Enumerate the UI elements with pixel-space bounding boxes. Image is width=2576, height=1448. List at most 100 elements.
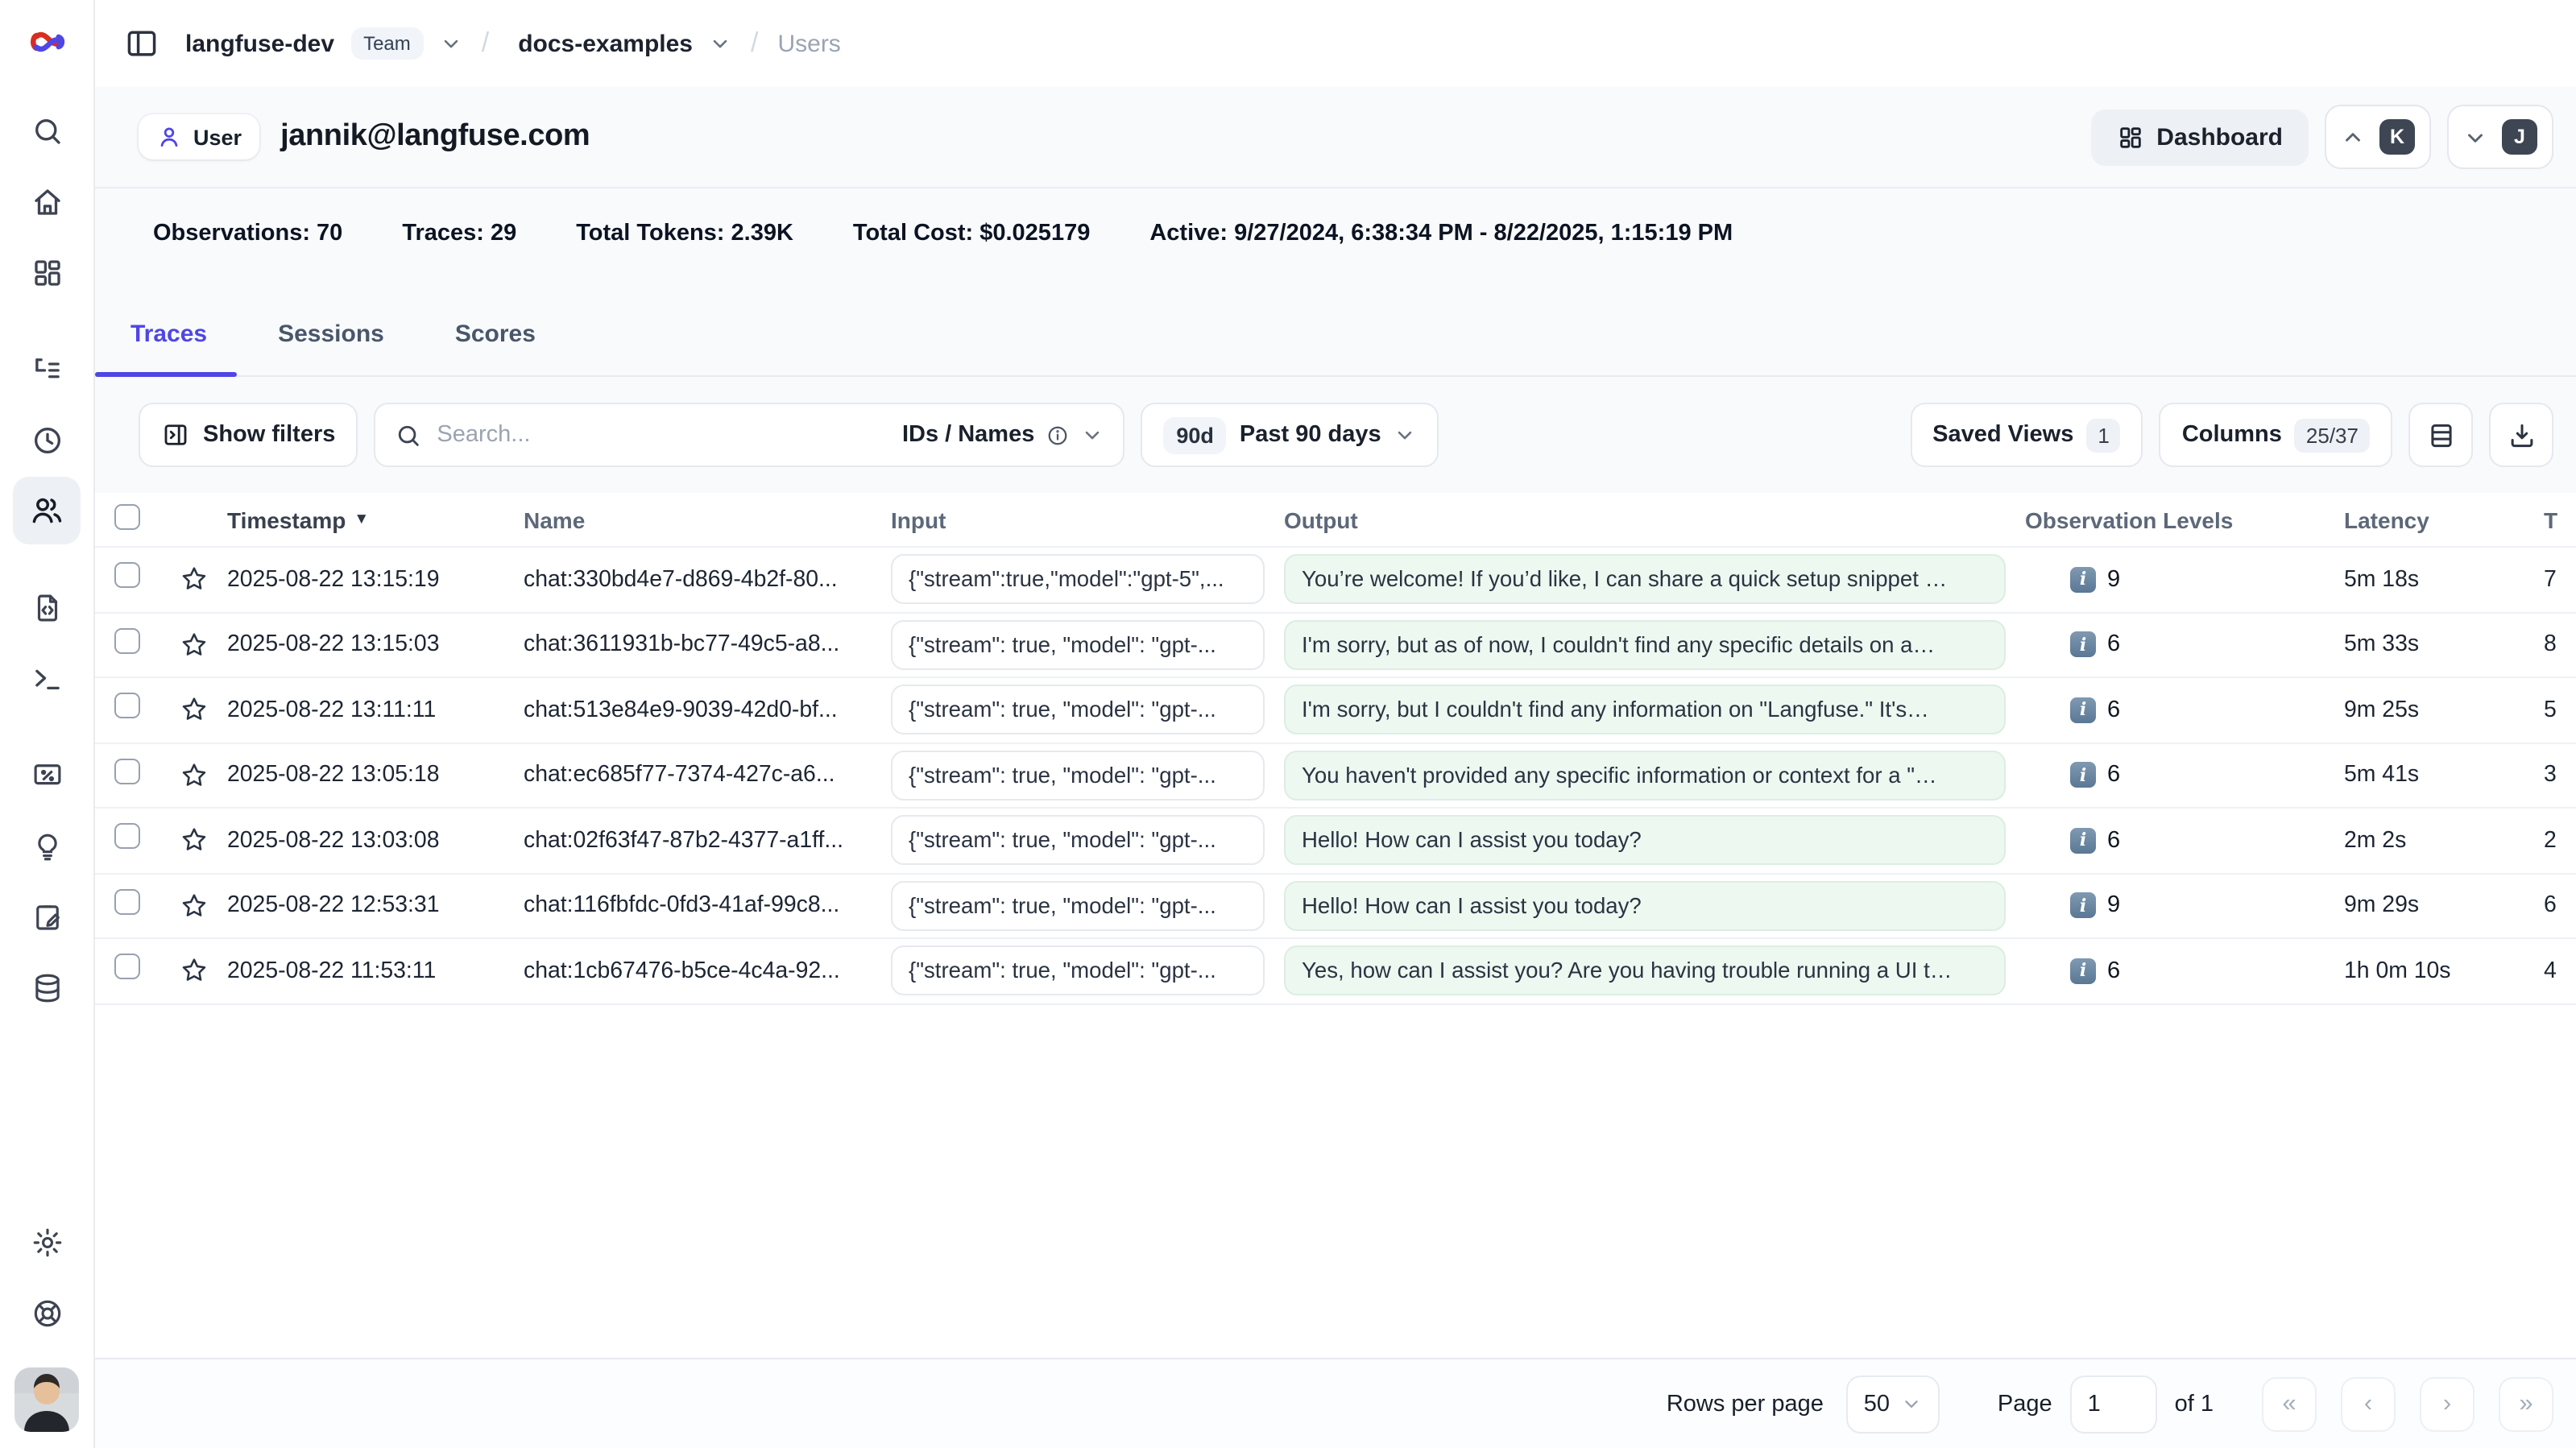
column-header-timestamp[interactable]: Timestamp ▼ (227, 507, 524, 532)
column-header-truncated[interactable]: T (2528, 507, 2576, 532)
star-icon[interactable] (179, 630, 227, 660)
project-type-badge: Team (350, 27, 424, 60)
sidebar-item-datasets[interactable] (13, 954, 81, 1021)
row-checkbox[interactable] (114, 628, 140, 654)
input-preview[interactable]: {"stream": true, "model": "gpt-... (891, 751, 1265, 801)
star-icon[interactable] (179, 956, 227, 987)
column-header-name[interactable]: Name (524, 507, 891, 532)
input-preview[interactable]: {"stream": true, "model": "gpt-... (891, 685, 1265, 735)
search-input[interactable] (437, 422, 888, 448)
star-icon[interactable] (179, 760, 227, 791)
row-checkbox[interactable] (114, 824, 140, 850)
output-preview[interactable]: I'm sorry, but I couldn't find any infor… (1284, 685, 2006, 735)
avatar-image (14, 1367, 79, 1432)
sidebar-item-dashboards[interactable] (13, 238, 81, 306)
star-icon[interactable] (179, 891, 227, 921)
output-preview[interactable]: Hello! How can I assist you today? (1284, 881, 2006, 931)
dashboard-button[interactable]: Dashboard (2090, 109, 2309, 165)
table-row[interactable]: 2025-08-22 12:53:31 chat:116fbfdc-0fd3-4… (95, 874, 2576, 939)
truncated-cell: 7 (2528, 567, 2576, 593)
page-number-input[interactable] (2070, 1375, 2157, 1433)
sidebar-item-evaluation[interactable] (13, 741, 81, 809)
rows-per-page-select[interactable]: 50 (1846, 1375, 1940, 1433)
star-icon[interactable] (179, 695, 227, 726)
sidebar-item-playground[interactable] (13, 644, 81, 712)
search-scope-selector[interactable]: IDs / Names (902, 422, 1104, 448)
row-checkbox[interactable] (114, 954, 140, 980)
truncated-cell: 6 (2528, 893, 2576, 919)
info-level-badge: i (2070, 763, 2096, 788)
sidebar-toggle-button[interactable] (124, 26, 159, 61)
latency-cell: 5m 33s (2321, 632, 2528, 658)
tab-sessions[interactable]: Sessions (275, 321, 387, 375)
saved-views-button[interactable]: Saved Views 1 (1910, 403, 2143, 467)
input-preview[interactable]: {"stream": true, "model": "gpt-... (891, 881, 1265, 931)
row-checkbox[interactable] (114, 889, 140, 915)
row-checkbox[interactable] (114, 563, 140, 589)
output-preview[interactable]: You haven't provided any specific inform… (1284, 751, 2006, 801)
tab-scores[interactable]: Scores (452, 321, 539, 375)
sidebar-item-users[interactable] (13, 477, 81, 544)
user-avatar[interactable] (14, 1367, 79, 1432)
sidebar (0, 0, 95, 1448)
table-row[interactable]: 2025-08-22 13:05:18 chat:ec685f77-7374-4… (95, 743, 2576, 809)
export-button[interactable] (2489, 403, 2553, 467)
home-icon (30, 184, 64, 218)
output-preview[interactable]: I'm sorry, but as of now, I couldn't fin… (1284, 620, 2006, 670)
output-preview[interactable]: Yes, how can I assist you? Are you havin… (1284, 946, 2006, 996)
input-preview[interactable]: {"stream": true, "model": "gpt-... (891, 816, 1265, 866)
truncated-cell: 3 (2528, 763, 2576, 788)
observation-levels-cell: i 6 (2025, 697, 2321, 723)
star-icon[interactable] (179, 565, 227, 595)
breadcrumb-environment[interactable]: docs-examples (518, 30, 693, 57)
sidebar-item-tracing[interactable] (13, 335, 81, 403)
row-checkbox[interactable] (114, 759, 140, 784)
tab-traces[interactable]: Traces (127, 321, 210, 375)
saved-views-label: Saved Views (1932, 422, 2073, 448)
star-icon[interactable] (179, 825, 227, 856)
search-icon (30, 114, 64, 147)
last-page-button[interactable]: » (2499, 1376, 2553, 1431)
sidebar-item-sessions[interactable] (13, 406, 81, 474)
chevron-down-icon (1081, 424, 1104, 446)
next-page-button[interactable]: › (2420, 1376, 2475, 1431)
chevron-down-icon[interactable] (440, 32, 462, 55)
sidebar-item-insights[interactable] (13, 812, 81, 879)
table-row[interactable]: 2025-08-22 13:11:11 chat:513e84e9-9039-4… (95, 678, 2576, 743)
output-preview[interactable]: Hello! How can I assist you today? (1284, 816, 2006, 866)
column-header-latency[interactable]: Latency (2321, 507, 2528, 532)
column-header-observation-levels[interactable]: Observation Levels (2025, 507, 2321, 532)
input-preview[interactable]: {"stream":true,"model":"gpt-5",... (891, 555, 1265, 605)
sidebar-item-annotation[interactable] (13, 883, 81, 950)
row-height-button[interactable] (2408, 403, 2473, 467)
next-user-button[interactable]: J (2447, 105, 2553, 169)
date-range-button[interactable]: 90d Past 90 days (1141, 403, 1439, 467)
first-page-button[interactable]: « (2262, 1376, 2317, 1431)
table-row[interactable]: 2025-08-22 13:15:03 chat:3611931b-bc77-4… (95, 613, 2576, 678)
clock-icon (30, 423, 64, 457)
column-header-input[interactable]: Input (891, 507, 1284, 532)
table-row[interactable]: 2025-08-22 13:03:08 chat:02f63f47-87b2-4… (95, 809, 2576, 874)
stat-total-cost: Total Cost: $0.025179 (853, 220, 1090, 246)
output-preview[interactable]: You’re welcome! If you’d like, I can sha… (1284, 555, 2006, 605)
previous-page-button[interactable]: ‹ (2341, 1376, 2396, 1431)
sidebar-item-home[interactable] (13, 168, 81, 235)
table-row[interactable]: 2025-08-22 11:53:11 chat:1cb67476-b5ce-4… (95, 939, 2576, 1004)
select-all-checkbox[interactable] (114, 504, 140, 530)
sidebar-item-support[interactable] (13, 1279, 81, 1347)
chevron-down-icon[interactable] (709, 32, 731, 55)
column-header-output[interactable]: Output (1284, 507, 2025, 532)
sidebar-item-settings[interactable] (13, 1208, 81, 1276)
show-filters-button[interactable]: Show filters (139, 403, 358, 467)
columns-button[interactable]: Columns 25/37 (2160, 403, 2392, 467)
row-checkbox[interactable] (114, 693, 140, 719)
trace-name-cell: chat:1cb67476-b5ce-4c4a-92... (524, 958, 891, 984)
sidebar-item-prompts[interactable] (13, 573, 81, 641)
breadcrumb-project[interactable]: langfuse-dev (185, 30, 334, 57)
table-row[interactable]: 2025-08-22 13:15:19 chat:330bd4e7-d869-4… (95, 548, 2576, 613)
input-preview[interactable]: {"stream": true, "model": "gpt-... (891, 946, 1265, 996)
previous-user-button[interactable]: K (2325, 105, 2431, 169)
input-preview[interactable]: {"stream": true, "model": "gpt-... (891, 620, 1265, 670)
langfuse-logo-icon[interactable] (26, 21, 68, 63)
sidebar-item-search[interactable] (13, 97, 81, 164)
